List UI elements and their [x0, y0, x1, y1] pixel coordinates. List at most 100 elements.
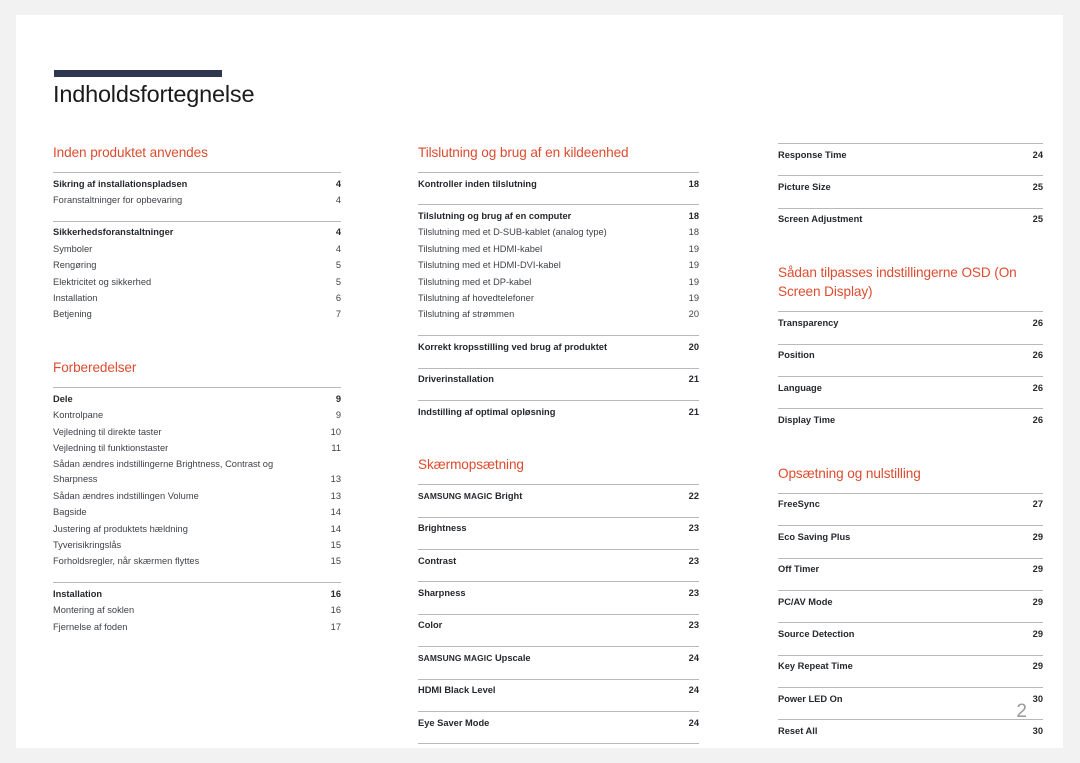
toc-entry[interactable]: Montering af soklen 16: [53, 603, 341, 619]
toc-group: Color 23: [418, 613, 699, 637]
toc-entry[interactable]: Sådan ændres indstillingen Volume 13: [53, 488, 341, 504]
toc-entry[interactable]: Brightness 23: [418, 521, 699, 537]
toc-entry[interactable]: Tyverisikringslås 15: [53, 537, 341, 553]
toc-entry-page: 23: [688, 588, 699, 599]
toc-group: PC/AV Mode 29: [778, 589, 1043, 613]
toc-entry[interactable]: Tilslutning med et HDMI-DVI-kabel 19: [418, 258, 699, 274]
toc-entry-label: Tilslutning med et D-SUB-kablet (analog …: [418, 227, 607, 238]
toc-entry[interactable]: Kontrolpane 9: [53, 408, 341, 424]
toc-entry-label: Sharpness: [418, 588, 466, 599]
toc-entry-page: 29: [1032, 661, 1043, 672]
toc-entry[interactable]: Screen Adjustment 25: [778, 212, 1043, 228]
toc-entry[interactable]: Vejledning til funktionstaster 11: [53, 440, 341, 456]
toc-group: Dele 9 Kontrolpane 9 Vejledning til direkte …: [53, 387, 341, 573]
toc-entry-page: 23: [688, 620, 699, 631]
toc-entry-label: Betjening: [53, 309, 92, 320]
toc-entry[interactable]: Transparency 26: [778, 315, 1043, 331]
toc-entry[interactable]: SAMSUNG MAGIC Upscale 24: [418, 650, 699, 666]
toc-group: HDMI Black Level 24: [418, 678, 699, 702]
toc-entry-label: Picture Size: [778, 181, 831, 192]
toc-entry[interactable]: Language 26: [778, 380, 1043, 396]
toc-entry-label: SAMSUNG MAGIC Bright: [418, 489, 685, 504]
toc-entry-label: Source Detection: [778, 628, 855, 639]
toc-entry[interactable]: Position 26: [778, 348, 1043, 364]
toc-group: Sikkerhedsforanstaltninger 4 Symboler 4 Reng…: [53, 220, 341, 326]
toc-entry-page: 25: [1032, 181, 1043, 192]
toc-entry[interactable]: Installation 16: [53, 586, 341, 602]
toc-group: Key Repeat Time 29: [778, 654, 1043, 678]
toc-entry-label: Display Time: [778, 414, 836, 425]
toc-entry[interactable]: SAMSUNG MAGIC Bright 22: [418, 488, 699, 504]
toc-entry[interactable]: FreeSync 27: [778, 497, 1043, 513]
toc-entry-page: 27: [1032, 499, 1043, 510]
toc-entry[interactable]: Foranstaltninger for opbevaring 4: [53, 192, 341, 208]
toc-entry[interactable]: Off Timer 29: [778, 562, 1043, 578]
toc-entry-page: 21: [688, 406, 699, 417]
toc-entry[interactable]: Kontroller inden tilslutning 18: [418, 176, 699, 192]
toc-entry-label: Kontrolpane: [53, 410, 104, 421]
toc-entry[interactable]: Tilslutning og brug af en computer 18: [418, 208, 699, 224]
toc-entry[interactable]: Justering af produktets hældning 14: [53, 521, 341, 537]
toc-entry-label: Brightness: [418, 523, 467, 534]
toc-entry[interactable]: Betjening 7: [53, 307, 341, 323]
toc-entry[interactable]: Sikring af installationspladsen 4: [53, 176, 341, 192]
toc-entry[interactable]: HDMI Black Level 24: [418, 683, 699, 699]
toc-entry[interactable]: Eco Saving Plus 29: [778, 529, 1043, 545]
toc-entry-label: Vejledning til direkte taster: [53, 426, 162, 437]
toc-entry[interactable]: Tilslutning med et D-SUB-kablet (analog …: [418, 225, 699, 241]
brand-text: SAMSUNG MAGIC: [418, 652, 493, 663]
toc-section: Forberedelser Dele 9 Kontrolpane 9 Vejledning…: [53, 358, 341, 638]
toc-group: Response Time 24: [778, 143, 1043, 166]
toc-entry[interactable]: Bagside 14: [53, 505, 341, 521]
toc-entry[interactable]: Display Time 26: [778, 412, 1043, 428]
toc-entry[interactable]: Symboler 4: [53, 241, 341, 257]
toc-entry-page: 29: [1032, 628, 1043, 639]
toc-entry[interactable]: Game Mode24: [418, 747, 699, 748]
toc-entry[interactable]: Sikkerhedsforanstaltninger 4: [53, 225, 341, 241]
toc-entry-label: Screen Adjustment: [778, 214, 863, 225]
toc-entry-label: Symboler: [53, 243, 93, 254]
toc-entry[interactable]: Tilslutning af strømmen 20: [418, 307, 699, 323]
toc-entry[interactable]: Tilslutning med et DP-kabel 19: [418, 274, 699, 290]
toc-entry-page: 13: [330, 490, 341, 501]
toc-entry-label: Tilslutning af hovedtelefoner: [418, 292, 534, 303]
toc-entry[interactable]: Source Detection 29: [778, 626, 1043, 642]
toc-entry[interactable]: PC/AV Mode 29: [778, 594, 1043, 610]
toc-entry[interactable]: Fjernelse af foden 17: [53, 619, 341, 635]
toc-entry[interactable]: Driverinstallation 21: [418, 372, 699, 388]
toc-entry[interactable]: Response Time 24: [778, 147, 1043, 163]
toc-entry[interactable]: Vejledning til direkte taster 10: [53, 424, 341, 440]
toc-entry-page: 16: [330, 588, 341, 599]
toc-entry-page: 17: [330, 621, 341, 632]
toc-entry-label: PC/AV Mode: [778, 596, 833, 607]
toc-entry[interactable]: Forholdsregler, når skærmen flyttes 15: [53, 554, 341, 570]
toc-entry[interactable]: Sharpness 23: [418, 585, 699, 601]
toc-entry[interactable]: Tilslutning med et HDMI-kabel 19: [418, 241, 699, 257]
toc-entry-page: 26: [1032, 382, 1043, 393]
toc-entry-page: 18: [688, 227, 699, 238]
toc-entry-page: 26: [1032, 414, 1043, 425]
toc-entry[interactable]: Picture Size 25: [778, 179, 1043, 195]
toc-entry[interactable]: Color 23: [418, 618, 699, 634]
toc-group: Game Mode24: [418, 743, 699, 748]
toc-entry[interactable]: Power LED On 30: [778, 691, 1043, 707]
toc-entry-page: 14: [330, 523, 341, 534]
toc-entry[interactable]: Indstilling af optimal opløsning 21: [418, 404, 699, 420]
toc-column-3: Response Time 24 Picture Size 25 Screen Adju…: [741, 143, 1063, 748]
toc-entry[interactable]: Installation 6: [53, 290, 341, 306]
toc-entry[interactable]: Elektricitet og sikkerhed 5: [53, 274, 341, 290]
toc-entry-label: Contrast: [418, 555, 457, 566]
toc-entry[interactable]: Tilslutning af hovedtelefoner 19: [418, 290, 699, 306]
toc-entry[interactable]: Eye Saver Mode 24: [418, 715, 699, 731]
toc-entry-page: 14: [330, 507, 341, 518]
toc-entry-page: 4: [335, 194, 341, 205]
toc-entry[interactable]: Reset All 30: [778, 723, 1043, 739]
toc-entry[interactable]: Rengøring 5: [53, 258, 341, 274]
toc-entry[interactable]: Dele 9: [53, 391, 341, 407]
toc-entry-label: Response Time: [778, 149, 847, 160]
toc-entry[interactable]: Sådan ændres indstillingerne Brightness,…: [53, 457, 341, 489]
toc-entry-page: 26: [1032, 350, 1043, 361]
toc-entry[interactable]: Contrast 23: [418, 553, 699, 569]
toc-entry[interactable]: Korrekt kropsstilling ved brug af produk…: [418, 339, 699, 355]
toc-entry[interactable]: Key Repeat Time 29: [778, 659, 1043, 675]
